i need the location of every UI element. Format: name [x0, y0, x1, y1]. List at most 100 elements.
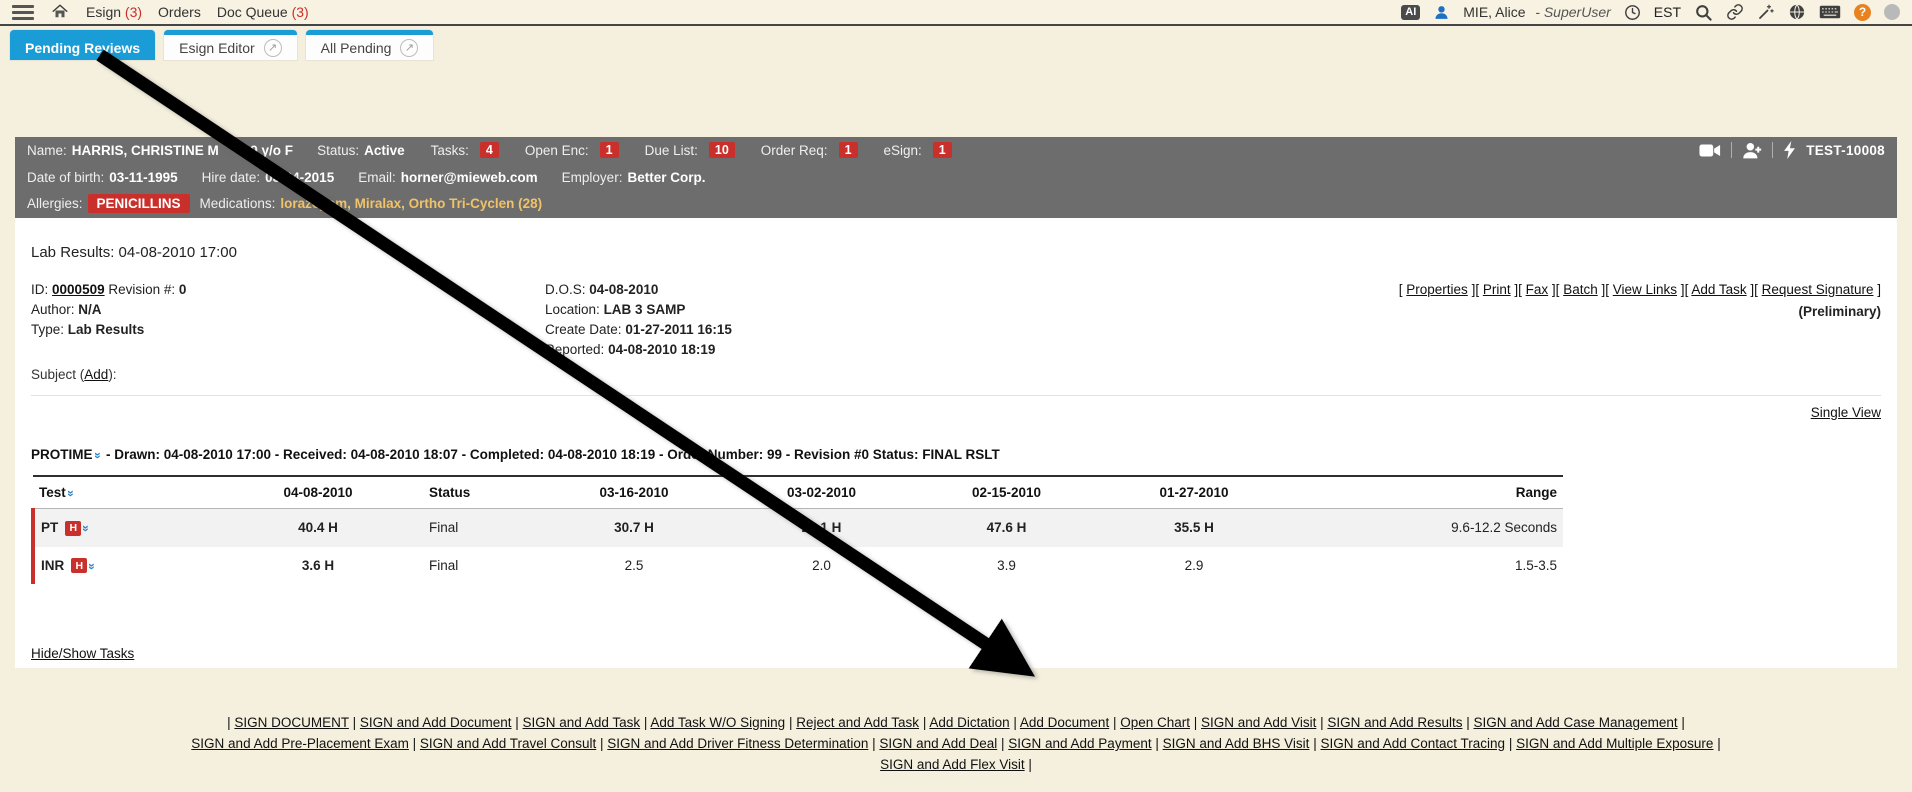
column-header-label: 01-27-2010 [1159, 485, 1228, 500]
type-value: Lab Results [68, 322, 145, 337]
footer-link-sign-and-add-document[interactable]: SIGN and Add Document [360, 715, 512, 730]
tab-all-pending[interactable]: All Pending ↗ [306, 30, 434, 60]
nav-orders[interactable]: Orders [158, 4, 201, 20]
allergy-badge[interactable]: PENICILLINS [88, 194, 190, 213]
test-name: INR [41, 558, 64, 573]
footer-link-sign-and-add-payment[interactable]: SIGN and Add Payment [1008, 736, 1151, 751]
counter-label: Tasks: [431, 143, 469, 158]
ai-badge[interactable]: AI [1401, 5, 1420, 20]
tab-esign-editor[interactable]: Esign Editor ↗ [164, 30, 296, 60]
chevron-down-icon[interactable]: » [90, 452, 104, 458]
result-value-cell: 47.6 H [914, 509, 1099, 547]
user-menu[interactable]: MIE, Alice - SuperUser [1463, 4, 1611, 20]
footer-link-sign-and-add-multiple-exposure[interactable]: SIGN and Add Multiple Exposure [1516, 736, 1713, 751]
nav-esign[interactable]: Esign (3) [86, 4, 142, 20]
patient-age-sex: 29 y/o F [243, 143, 293, 158]
wand-icon[interactable] [1757, 3, 1775, 21]
medications-list[interactable]: lorazepam, Miralax, Ortho Tri-Cyclen (28… [280, 196, 542, 211]
patient-banner: Name: HARRIS, CHRISTINE M 29 y/o F Statu… [15, 137, 1897, 218]
globe-icon[interactable] [1788, 3, 1806, 21]
subject-add-link[interactable]: Add [84, 367, 108, 382]
hire-date-label: Hire date: [202, 170, 261, 185]
clock-icon[interactable] [1624, 4, 1641, 21]
tab-pending-reviews-label: Pending Reviews [25, 40, 140, 56]
chevron-down-icon[interactable]: » [64, 490, 78, 496]
column-header-label: Status [429, 485, 470, 500]
timezone-label[interactable]: EST [1654, 4, 1681, 20]
footer-link-add-document[interactable]: Add Document [1020, 715, 1109, 730]
signing-actions-footer: | SIGN DOCUMENT | SIGN and Add Document … [0, 668, 1912, 792]
footer-link-sign-and-add-pre-placement-exam[interactable]: SIGN and Add Pre-Placement Exam [191, 736, 409, 751]
document-info-middle: D.O.S: 04-08-2010 Location: LAB 3 SAMP C… [545, 280, 732, 360]
document-id-link[interactable]: 0000509 [52, 282, 105, 297]
range-cell: 9.6-12.2 Seconds [1289, 509, 1563, 547]
footer-link-sign-and-add-results[interactable]: SIGN and Add Results [1327, 715, 1462, 730]
status-cell: Final [423, 547, 539, 585]
menu-icon[interactable] [12, 5, 34, 20]
author-label: Author: [31, 302, 75, 317]
lightning-icon[interactable] [1783, 141, 1796, 159]
person-add-icon[interactable] [1742, 142, 1762, 159]
counter-label: Order Req: [761, 143, 828, 158]
footer-link-sign-document[interactable]: SIGN DOCUMENT [234, 715, 349, 730]
esign-count: (3) [125, 4, 142, 20]
video-camera-icon[interactable] [1699, 143, 1721, 158]
column-header-label: 03-16-2010 [599, 485, 668, 500]
revision-value: 0 [179, 282, 187, 297]
allergies-label: Allergies: [27, 196, 83, 211]
action-link-fax[interactable]: Fax [1526, 282, 1549, 297]
footer-link-sign-and-add-bhs-visit[interactable]: SIGN and Add BHS Visit [1163, 736, 1310, 751]
employer-label: Employer: [562, 170, 623, 185]
counter-badge[interactable]: 1 [600, 142, 619, 158]
footer-link-sign-and-add-flex-visit[interactable]: SIGN and Add Flex Visit [880, 757, 1025, 772]
home-icon[interactable] [50, 3, 70, 21]
action-link-request-signature[interactable]: Request Signature [1762, 282, 1874, 297]
footer-link-open-chart[interactable]: Open Chart [1120, 715, 1190, 730]
bracket: [ [1475, 282, 1483, 297]
footer-link-sign-and-add-contact-tracing[interactable]: SIGN and Add Contact Tracing [1320, 736, 1505, 751]
action-link-properties[interactable]: Properties [1406, 282, 1468, 297]
chevron-down-icon[interactable]: » [85, 563, 99, 569]
footer-link-sign-and-add-case-management[interactable]: SIGN and Add Case Management [1473, 715, 1677, 730]
footer-link-sign-and-add-deal[interactable]: SIGN and Add Deal [879, 736, 997, 751]
hide-show-tasks-link[interactable]: Hide/Show Tasks [31, 646, 134, 661]
link-icon[interactable] [1726, 3, 1744, 21]
footer-link-add-task-w-o-signing[interactable]: Add Task W/O Signing [650, 715, 785, 730]
footer-link-sign-and-add-travel-consult[interactable]: SIGN and Add Travel Consult [420, 736, 596, 751]
medications-label: Medications: [200, 196, 276, 211]
counter-badge[interactable]: 4 [480, 142, 499, 158]
result-value-cell: 2.5 [539, 547, 729, 585]
bracket: [ [1754, 282, 1762, 297]
avatar-circle[interactable] [1884, 4, 1900, 20]
footer-link-add-dictation[interactable]: Add Dictation [929, 715, 1009, 730]
footer-link-sign-and-add-task[interactable]: SIGN and Add Task [523, 715, 641, 730]
help-icon[interactable]: ? [1854, 4, 1871, 21]
user-icon [1433, 4, 1450, 21]
counter-badge[interactable]: 10 [709, 142, 735, 158]
footer-link-sign-and-add-visit[interactable]: SIGN and Add Visit [1201, 715, 1316, 730]
counter-badge[interactable]: 1 [839, 142, 858, 158]
results-table: Test»04-08-2010Status03-16-201003-02-201… [31, 475, 1563, 584]
tab-all-pending-label: All Pending [321, 40, 392, 56]
bracket: [ [1605, 282, 1613, 297]
counter-badge[interactable]: 1 [933, 142, 952, 158]
action-link-add-task[interactable]: Add Task [1691, 282, 1746, 297]
bracket: ] [1873, 282, 1881, 297]
chevron-down-icon[interactable]: » [79, 525, 93, 531]
test-name: PT [41, 520, 58, 535]
tab-pending-reviews[interactable]: Pending Reviews [10, 30, 155, 60]
action-link-batch[interactable]: Batch [1563, 282, 1598, 297]
footer-link-reject-and-add-task[interactable]: Reject and Add Task [796, 715, 919, 730]
bracket: ] [1677, 282, 1685, 297]
footer-link-sign-and-add-driver-fitness-determination[interactable]: SIGN and Add Driver Fitness Determinatio… [607, 736, 868, 751]
bracket: ] [1747, 282, 1755, 297]
single-view-link[interactable]: Single View [1811, 405, 1881, 420]
result-panel-test-name: PROTIME [31, 447, 93, 462]
tab-bar: Pending Reviews Esign Editor ↗ All Pendi… [10, 30, 442, 60]
keyboard-icon[interactable] [1819, 4, 1841, 20]
nav-doc-queue[interactable]: Doc Queue (3) [217, 4, 309, 20]
action-link-view-links[interactable]: View Links [1613, 282, 1677, 297]
column-header: Range [1289, 476, 1563, 509]
action-link-print[interactable]: Print [1483, 282, 1511, 297]
search-icon[interactable] [1694, 3, 1713, 22]
